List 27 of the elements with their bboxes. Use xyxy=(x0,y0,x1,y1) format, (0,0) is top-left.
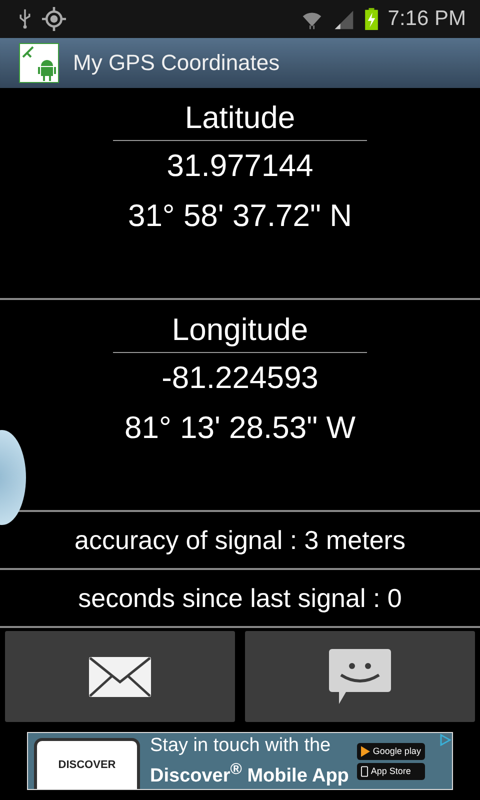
store-badge[interactable]: App Store xyxy=(356,762,425,780)
ad-banner[interactable]: DISCOVER Stay in touch with the Discover$^{®}$ Mobile App Google play App Store xyxy=(27,732,453,790)
app-title: My GPS Coordinates xyxy=(73,50,280,76)
gps-icon xyxy=(42,7,66,31)
status-time: 7:16 PM xyxy=(388,7,466,31)
app-icon xyxy=(19,43,59,83)
ad-headline: Stay in touch with the xyxy=(150,734,332,758)
play-icon xyxy=(360,746,370,756)
store-badge[interactable]: Google play xyxy=(356,742,425,760)
decimal-value: -81.224593 xyxy=(162,359,318,397)
info-text: accuracy of signal : 3 meters xyxy=(74,524,406,556)
dms-value: 81° 13' 28.53" W xyxy=(124,409,356,447)
info-text: seconds since last signal : 0 xyxy=(78,582,402,614)
coordinate-heading: Latitude xyxy=(113,98,367,141)
coordinate-heading: Longitude xyxy=(113,310,367,353)
battery-icon xyxy=(364,8,378,30)
envelope-icon xyxy=(88,656,152,698)
usb-icon xyxy=(18,8,32,30)
message-button[interactable] xyxy=(245,631,475,722)
smiley-message-icon xyxy=(329,648,391,704)
signal-icon xyxy=(332,8,355,30)
ad-headline: Discover$^{®}$ Mobile App xyxy=(150,760,349,788)
dms-value: 31° 58' 37.72" N xyxy=(128,197,352,235)
ad-brand: DISCOVER xyxy=(58,759,116,771)
decimal-value: 31.977144 xyxy=(166,147,314,185)
email-button[interactable] xyxy=(5,631,235,722)
phone-icon xyxy=(360,766,368,776)
